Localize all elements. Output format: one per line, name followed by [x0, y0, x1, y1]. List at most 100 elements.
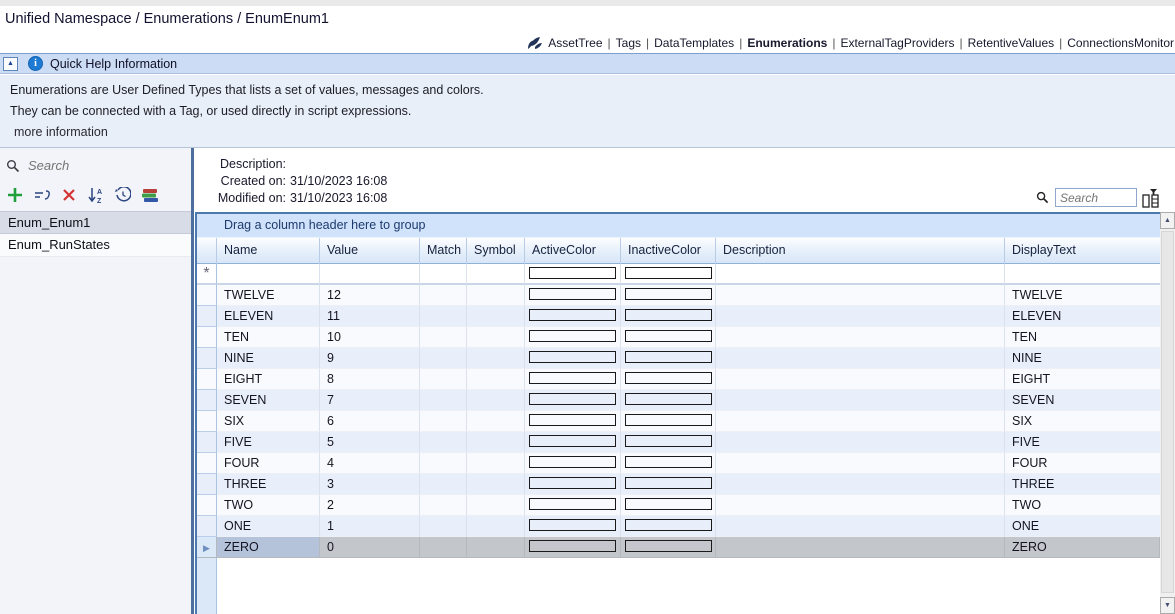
- cell-match[interactable]: [420, 285, 467, 306]
- cell-symbol[interactable]: [467, 432, 525, 453]
- active-color-swatch[interactable]: [529, 288, 616, 300]
- cell-value[interactable]: 6: [320, 411, 420, 432]
- active-color-swatch[interactable]: [529, 351, 616, 363]
- cell-name[interactable]: TEN: [217, 327, 320, 348]
- cell-display[interactable]: [1005, 264, 1160, 285]
- cell-inactive-color[interactable]: [621, 327, 716, 348]
- cell-active-color[interactable]: [525, 474, 621, 495]
- inactive-color-swatch[interactable]: [625, 435, 712, 447]
- cell-inactive-color[interactable]: [621, 306, 716, 327]
- table-row[interactable]: ELEVEN11ELEVEN: [197, 306, 1160, 327]
- cell-match[interactable]: [420, 390, 467, 411]
- inactive-color-swatch[interactable]: [625, 267, 712, 279]
- cell-display[interactable]: SEVEN: [1005, 390, 1160, 411]
- cell-name[interactable]: SEVEN: [217, 390, 320, 411]
- cell-name[interactable]: ONE: [217, 516, 320, 537]
- cell-value[interactable]: 2: [320, 495, 420, 516]
- cell-active-color[interactable]: [525, 495, 621, 516]
- table-row[interactable]: ONE1ONE: [197, 516, 1160, 537]
- cell-symbol[interactable]: [467, 369, 525, 390]
- active-color-swatch[interactable]: [529, 267, 616, 279]
- column-header-description[interactable]: Description: [716, 238, 1005, 264]
- cell-inactive-color[interactable]: [621, 369, 716, 390]
- inactive-color-swatch[interactable]: [625, 309, 712, 321]
- table-row[interactable]: TWELVE12TWELVE: [197, 285, 1160, 306]
- cell-value[interactable]: 5: [320, 432, 420, 453]
- cell-inactive-color[interactable]: [621, 411, 716, 432]
- cell-display[interactable]: FOUR: [1005, 453, 1160, 474]
- cell-active-color[interactable]: [525, 516, 621, 537]
- active-color-swatch[interactable]: [529, 477, 616, 489]
- table-row[interactable]: SIX6SIX: [197, 411, 1160, 432]
- scrollbar-thumb[interactable]: [1161, 231, 1174, 593]
- cell-display[interactable]: FIVE: [1005, 432, 1160, 453]
- cell-match[interactable]: [420, 474, 467, 495]
- cell-description[interactable]: [716, 306, 1005, 327]
- inactive-color-swatch[interactable]: [625, 519, 712, 531]
- cell-name[interactable]: THREE: [217, 474, 320, 495]
- cell-display[interactable]: ZERO: [1005, 537, 1160, 558]
- cell-match[interactable]: [420, 348, 467, 369]
- cell-description[interactable]: [716, 390, 1005, 411]
- column-header-value[interactable]: Value: [320, 238, 420, 264]
- cell-name[interactable]: EIGHT: [217, 369, 320, 390]
- active-color-swatch[interactable]: [529, 519, 616, 531]
- active-color-swatch[interactable]: [529, 414, 616, 426]
- column-header-match[interactable]: Match: [420, 238, 467, 264]
- cell-inactive-color[interactable]: [621, 285, 716, 306]
- more-information-link[interactable]: more information: [14, 125, 108, 139]
- cell-match[interactable]: [420, 453, 467, 474]
- scroll-down-icon[interactable]: ▼: [1160, 597, 1175, 614]
- nav-item-retentivevalues[interactable]: RetentiveValues: [968, 36, 1055, 50]
- cell-name[interactable]: FIVE: [217, 432, 320, 453]
- cell-value[interactable]: 8: [320, 369, 420, 390]
- cell-symbol[interactable]: [467, 327, 525, 348]
- cell-active-color[interactable]: [525, 537, 621, 558]
- cell-match[interactable]: [420, 264, 467, 285]
- cell-symbol[interactable]: [467, 348, 525, 369]
- nav-item-datatemplates[interactable]: DataTemplates: [654, 36, 734, 50]
- cell-display[interactable]: TEN: [1005, 327, 1160, 348]
- cell-value[interactable]: 3: [320, 474, 420, 495]
- cell-inactive-color[interactable]: [621, 390, 716, 411]
- inactive-color-swatch[interactable]: [625, 351, 712, 363]
- cell-name[interactable]: ELEVEN: [217, 306, 320, 327]
- sort-az-icon[interactable]: AZ: [87, 186, 105, 204]
- table-row[interactable]: SEVEN7SEVEN: [197, 390, 1160, 411]
- list-item[interactable]: Enum_Enum1: [0, 211, 191, 234]
- cell-symbol[interactable]: [467, 264, 525, 285]
- cell-active-color[interactable]: [525, 411, 621, 432]
- cell-match[interactable]: [420, 369, 467, 390]
- cell-match[interactable]: [420, 495, 467, 516]
- table-row[interactable]: EIGHT8EIGHT: [197, 369, 1160, 390]
- cell-match[interactable]: [420, 327, 467, 348]
- cell-symbol[interactable]: [467, 516, 525, 537]
- scroll-up-icon[interactable]: ▲: [1160, 212, 1175, 229]
- table-row[interactable]: FIVE5FIVE: [197, 432, 1160, 453]
- cell-display[interactable]: TWO: [1005, 495, 1160, 516]
- cell-symbol[interactable]: [467, 453, 525, 474]
- cell-symbol[interactable]: [467, 306, 525, 327]
- nav-item-assettree[interactable]: AssetTree: [548, 36, 602, 50]
- cell-display[interactable]: THREE: [1005, 474, 1160, 495]
- cell-value[interactable]: 9: [320, 348, 420, 369]
- cell-value[interactable]: 12: [320, 285, 420, 306]
- cell-value[interactable]: 4: [320, 453, 420, 474]
- cell-display[interactable]: ONE: [1005, 516, 1160, 537]
- column-header-inactivecolor[interactable]: InactiveColor: [621, 238, 716, 264]
- cell-display[interactable]: ELEVEN: [1005, 306, 1160, 327]
- cell-inactive-color[interactable]: [621, 264, 716, 285]
- cell-description[interactable]: [716, 537, 1005, 558]
- active-color-swatch[interactable]: [529, 456, 616, 468]
- add-icon[interactable]: [6, 186, 24, 204]
- group-by-bar[interactable]: Drag a column header here to group: [197, 214, 1160, 238]
- cell-description[interactable]: [716, 516, 1005, 537]
- collapse-arrow-icon[interactable]: ▲: [3, 57, 18, 71]
- cell-value[interactable]: 1: [320, 516, 420, 537]
- cell-display[interactable]: SIX: [1005, 411, 1160, 432]
- cell-display[interactable]: NINE: [1005, 348, 1160, 369]
- active-color-swatch[interactable]: [529, 435, 616, 447]
- cell-name[interactable]: [217, 264, 320, 285]
- cell-value[interactable]: 10: [320, 327, 420, 348]
- cell-symbol[interactable]: [467, 411, 525, 432]
